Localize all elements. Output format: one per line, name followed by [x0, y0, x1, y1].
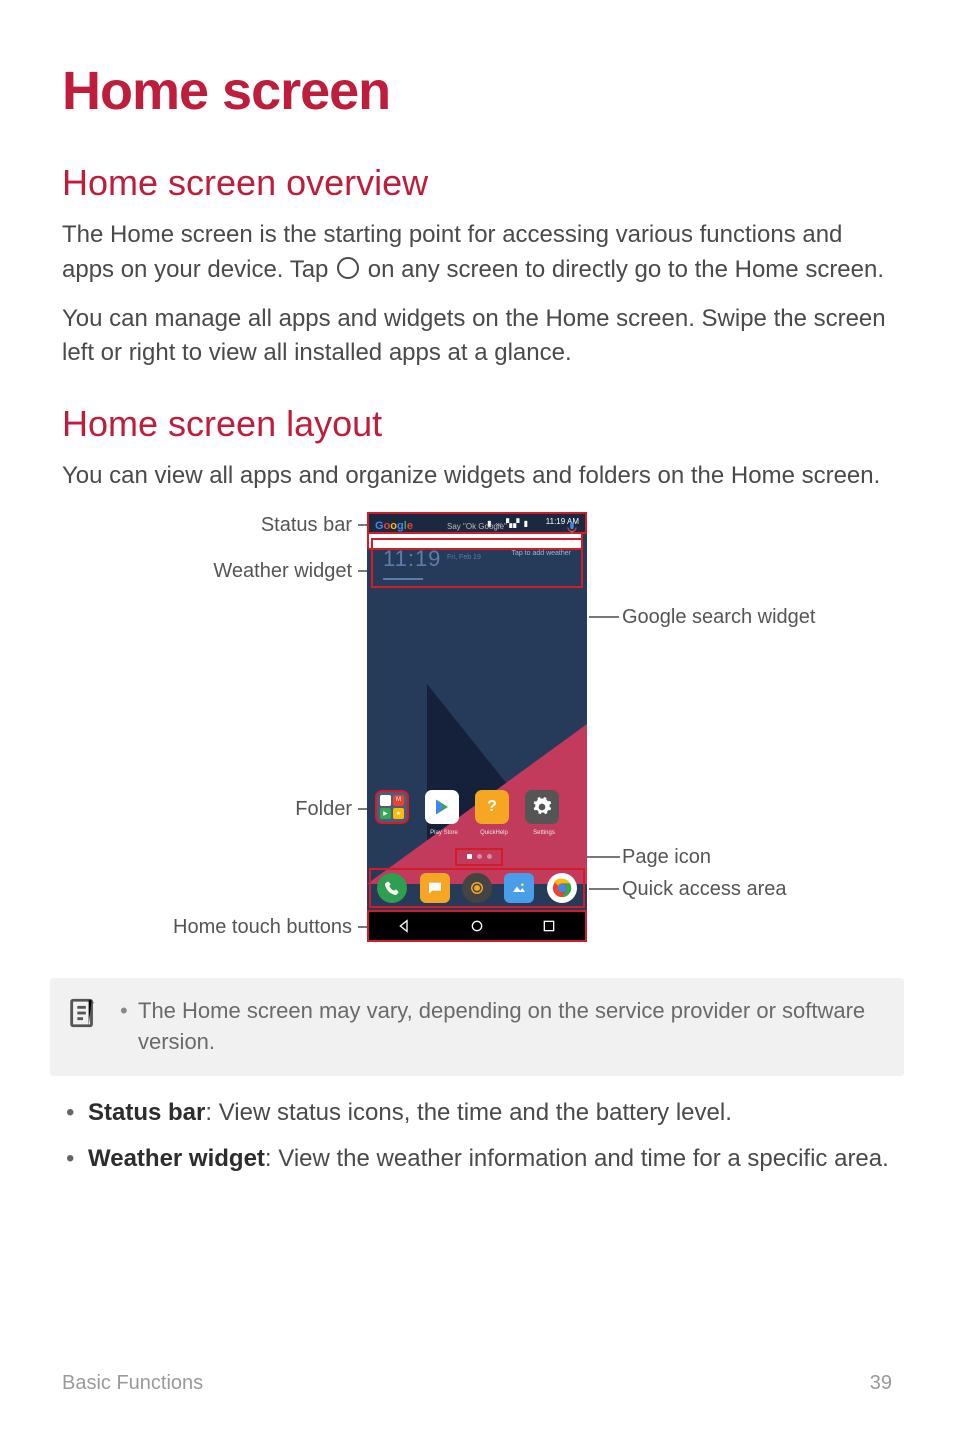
- label-status-bar: Status bar: [261, 514, 352, 537]
- heading-overview: Home screen overview: [62, 162, 892, 204]
- quick-access-area: [369, 868, 585, 908]
- help-icon: ?: [475, 790, 509, 824]
- gallery-app-icon: [504, 873, 534, 903]
- footer-page-number: 39: [870, 1372, 892, 1395]
- phone-mock: ▮ ⌵ ▚▞ ▮ 11:19 AM 11:19 Fri, Feb 19 Tap …: [367, 512, 587, 942]
- folder-icon: GM▶★: [375, 790, 409, 824]
- phone-app-icon: [377, 873, 407, 903]
- note-item-1: The Home screen may vary, depending on t…: [120, 996, 884, 1058]
- note-box: The Home screen may vary, depending on t…: [50, 978, 904, 1076]
- label-google-search: Google search widget: [622, 606, 815, 629]
- app-row: GM▶★ ?: [375, 790, 579, 824]
- bullet-term-1: Status bar: [88, 1099, 205, 1126]
- google-logo: Google: [375, 520, 413, 532]
- home-touch-buttons: [367, 910, 587, 942]
- back-button-icon: [369, 912, 441, 940]
- label-home-touch-buttons: Home touch buttons: [173, 916, 352, 939]
- home-screen-diagram: Status bar Weather widget Folder Home to…: [92, 512, 862, 952]
- overview-para-1b: on any screen to directly go to the Home…: [368, 256, 884, 283]
- bullet-rest-2: : View the weather information and time …: [265, 1145, 889, 1172]
- weather-date: Fri, Feb 19: [447, 554, 481, 561]
- chrome-app-icon: [547, 873, 577, 903]
- home-button-icon: [441, 912, 513, 940]
- overview-para-2: You can manage all apps and widgets on t…: [62, 302, 892, 372]
- feature-bullets: Status bar: View status icons, the time …: [62, 1096, 892, 1178]
- play-store-icon: [425, 790, 459, 824]
- page-footer: Basic Functions 39: [62, 1372, 892, 1395]
- footer-section: Basic Functions: [62, 1372, 203, 1395]
- bullet-status-bar: Status bar: View status icons, the time …: [62, 1096, 892, 1131]
- page-indicator: [455, 848, 503, 866]
- bullet-weather-widget: Weather widget: View the weather informa…: [62, 1142, 892, 1177]
- messaging-app-icon: [420, 873, 450, 903]
- recent-button-icon: [513, 912, 585, 940]
- layout-para: You can view all apps and organize widge…: [62, 459, 892, 494]
- app-label-help: QuickHelp: [469, 830, 519, 836]
- home-circle-icon: [337, 257, 359, 279]
- bullet-rest-1: : View status icons, the time and the ba…: [205, 1099, 732, 1126]
- bullet-term-2: Weather widget: [88, 1145, 265, 1172]
- page-title: Home screen: [62, 60, 892, 122]
- label-page-icon: Page icon: [622, 846, 711, 869]
- app-label-settings: Settings: [519, 830, 569, 836]
- heading-layout: Home screen layout: [62, 403, 892, 445]
- note-icon: [66, 996, 100, 1030]
- google-hint: Say "Ok Google": [447, 522, 507, 531]
- label-folder: Folder: [295, 798, 352, 821]
- camera-app-icon: [462, 873, 492, 903]
- weather-clock: 11:19: [383, 546, 441, 572]
- mic-icon: [565, 519, 579, 537]
- weather-widget: 11:19 Fri, Feb 19 Tap to add weather: [371, 538, 583, 588]
- label-quick-access: Quick access area: [622, 878, 787, 901]
- settings-gear-icon: [525, 790, 559, 824]
- overview-para-1: The Home screen is the starting point fo…: [62, 218, 892, 288]
- app-label-play: Play Store: [419, 830, 469, 836]
- label-weather-widget: Weather widget: [213, 560, 352, 583]
- weather-hint: Tap to add weather: [511, 550, 571, 557]
